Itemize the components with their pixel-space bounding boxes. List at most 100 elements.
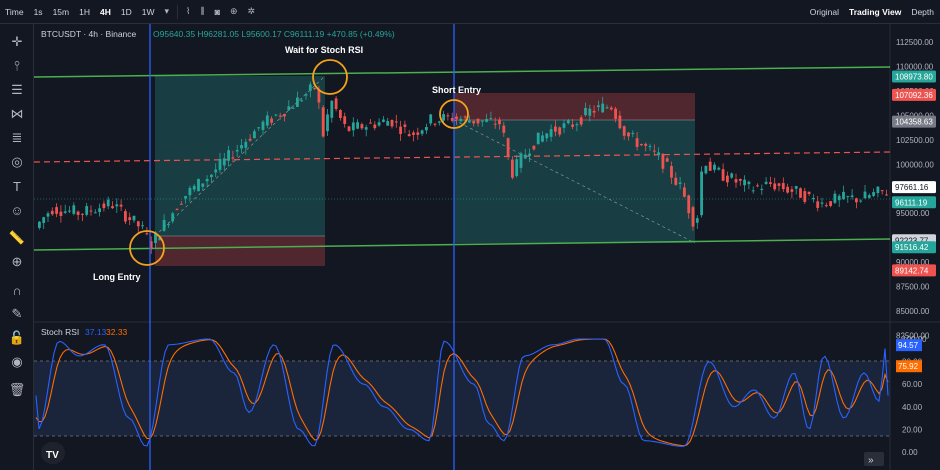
candle-body [38, 221, 41, 228]
candle-body [876, 186, 880, 194]
candle-body [880, 190, 884, 192]
candle-body [455, 116, 458, 120]
candle-body [218, 158, 222, 170]
candle-body [756, 185, 759, 187]
stoch-tick: 60.00 [902, 380, 923, 389]
candle-body [618, 115, 622, 129]
vertical-line-icon[interactable]: ⫯ [7, 56, 27, 76]
candle-body [119, 204, 123, 207]
interval-1s[interactable]: 1s [29, 7, 48, 17]
candle-body [579, 117, 583, 125]
lock-icon[interactable]: 🔓 [7, 328, 27, 348]
candle-body [386, 121, 390, 126]
candle-body [141, 225, 144, 227]
interval-15m[interactable]: 15m [48, 7, 75, 17]
candles-icon[interactable]: ⫼ [195, 6, 209, 17]
candle-body [55, 207, 58, 214]
indicator-icon[interactable]: ⌇ [181, 6, 195, 17]
ruler-icon[interactable]: 📏 [7, 228, 27, 248]
candle-body [128, 217, 132, 220]
candle-body [317, 90, 321, 103]
interval-1d[interactable]: 1D [116, 7, 137, 17]
candle-body [265, 115, 269, 126]
price-tag: 96111.19 [892, 196, 936, 209]
candle-body [644, 143, 648, 146]
candle-body [661, 153, 665, 169]
zoom-in-icon[interactable]: ⊕ [7, 252, 27, 272]
long-position-stop-zone[interactable] [155, 236, 325, 266]
candle-body [485, 119, 488, 122]
horizontal-lines-icon[interactable]: ☰ [7, 80, 27, 100]
view-trading-view[interactable]: Trading View [849, 7, 901, 17]
candle-body [463, 116, 467, 118]
view-switcher: Original Trading View Depth [810, 0, 934, 24]
pattern-icon[interactable]: ⋈ [7, 104, 27, 124]
emoji-icon[interactable]: ☺ [7, 200, 27, 220]
interval-time[interactable]: Time [0, 7, 29, 17]
candle-body [609, 107, 613, 110]
interval-1w[interactable]: 1W [137, 7, 160, 17]
scroll-to-end-button[interactable]: » [864, 452, 884, 466]
candle-body [81, 213, 84, 215]
short-position-stop-zone[interactable] [454, 93, 695, 120]
stoch-label[interactable]: Stoch RSI [41, 327, 79, 337]
candle-body [640, 144, 643, 146]
candle-body [592, 110, 596, 113]
svg-text:97661.16: 97661.16 [895, 183, 929, 192]
stoch-tag: 94.57 [896, 339, 922, 352]
price-tick: 85000.00 [896, 307, 930, 316]
chevron-down-icon[interactable]: ▾ [159, 6, 174, 17]
candle-body [244, 141, 248, 148]
price-tick: 100000.00 [896, 160, 934, 169]
tradingview-logo[interactable]: TV [41, 442, 65, 464]
shapes-icon[interactable]: ◎ [7, 152, 27, 172]
gear-icon[interactable]: ✲ [243, 6, 261, 17]
candle-body [837, 195, 841, 201]
candle-body [330, 100, 334, 118]
svg-text:»: » [868, 455, 874, 466]
interval-4h[interactable]: 4H [95, 7, 116, 17]
candle-body [240, 145, 243, 149]
stoch-tag: 75.92 [896, 360, 922, 373]
candle-body [631, 133, 635, 135]
pencil-lock-icon[interactable]: ✎ [7, 304, 27, 324]
candle-body [360, 124, 364, 129]
drawing-toolbar: ✛ ⫯ ☰ ⋈ ≣ ◎ T ☺ 📏 ⊕ ∩ ✎ 🔓 ◉ 🗑 [0, 24, 34, 470]
candle-body [885, 194, 888, 196]
svg-text:96111.19: 96111.19 [895, 198, 928, 207]
plus-icon[interactable]: ⊕ [225, 6, 243, 17]
price-tag: 107092.36 [892, 88, 936, 101]
symbol-legend[interactable]: BTCUSDT · 4h · Binance [41, 29, 137, 39]
text-icon[interactable]: T [7, 176, 27, 196]
svg-text:107092.36: 107092.36 [895, 91, 933, 100]
candle-body [760, 188, 764, 190]
candle-body [437, 121, 441, 123]
candle-body [171, 213, 175, 222]
candle-body [274, 114, 278, 116]
candle-body [588, 108, 592, 116]
candle-body [549, 129, 553, 137]
candle-body [704, 166, 708, 174]
trash-icon[interactable]: 🗑 [7, 380, 27, 400]
candle-body [627, 132, 630, 137]
view-original[interactable]: Original [810, 7, 839, 17]
interval-1h[interactable]: 1H [74, 7, 95, 17]
eye-icon[interactable]: ◉ [7, 352, 27, 372]
magnet-icon[interactable]: ∩ [7, 280, 27, 300]
stoch-k-value: 37.13 [85, 327, 107, 337]
price-tag: 91516.42 [892, 241, 936, 254]
candle-body [304, 94, 308, 96]
price-chart[interactable]: Wait for Stoch RSI Short Entry Long Entr… [34, 24, 940, 470]
candle-body [76, 211, 80, 215]
fib-icon[interactable]: ≣ [7, 128, 27, 148]
divider [177, 4, 179, 19]
candle-body [493, 123, 497, 125]
candle-body [635, 138, 639, 147]
candle-body [270, 118, 273, 123]
view-depth[interactable]: Depth [911, 7, 934, 17]
camera-icon[interactable]: ◙ [210, 7, 225, 17]
crosshair-icon[interactable]: ✛ [7, 32, 27, 52]
candle-body [283, 114, 286, 117]
candle-body [846, 196, 850, 198]
candle-body [412, 132, 415, 135]
